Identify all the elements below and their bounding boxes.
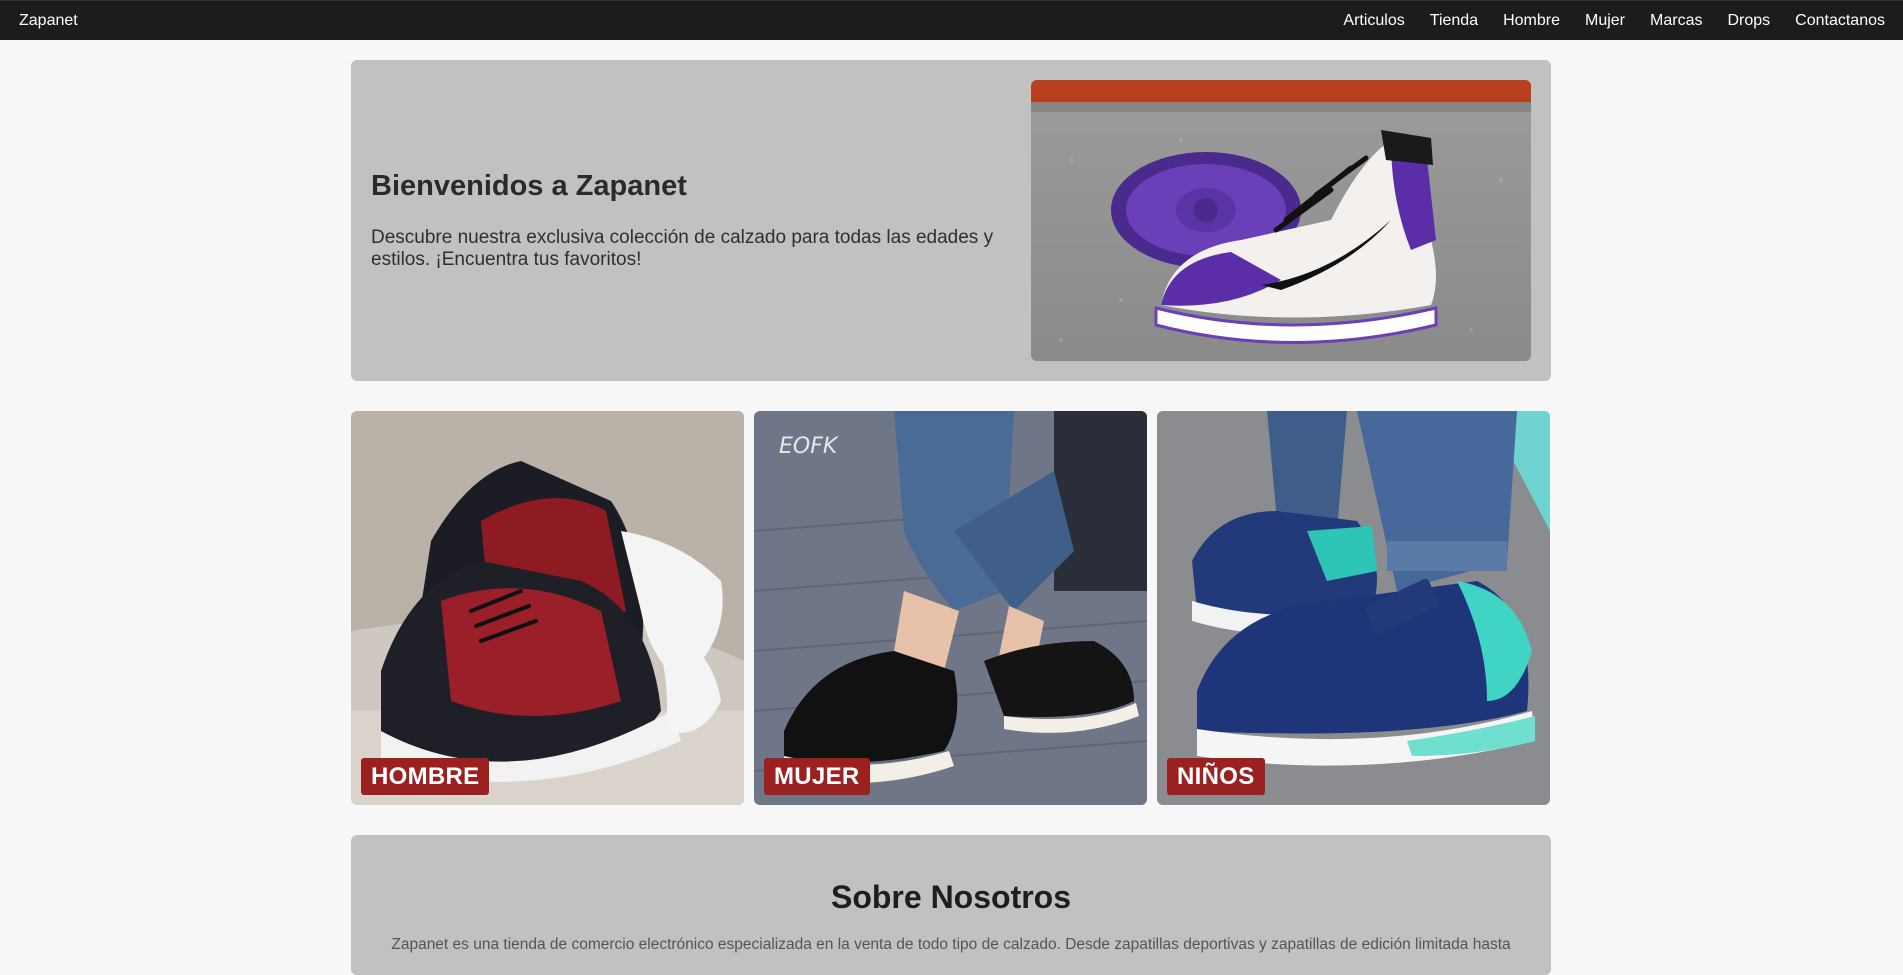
- about-title: Sobre Nosotros: [830, 879, 1072, 915]
- nav-link-contactanos[interactable]: Contactanos: [1795, 12, 1885, 30]
- hero-sneaker-image: [1031, 80, 1531, 361]
- hero-description: Descubre nuestra exclusiva colección de …: [371, 227, 994, 270]
- category-card-ninos[interactable]: NIÑOS: [1157, 411, 1550, 805]
- nav-link-tienda[interactable]: Tienda: [1430, 12, 1478, 30]
- hombre-sneakers-image: [351, 411, 744, 805]
- mujer-oxfords-image: EOFK: [754, 411, 1147, 805]
- nav-link-drops[interactable]: Drops: [1727, 12, 1770, 30]
- category-label-mujer: MUJER: [764, 758, 870, 795]
- category-card-mujer[interactable]: EOFK MUJER: [754, 411, 1147, 805]
- nav-link-mujer[interactable]: Mujer: [1585, 12, 1625, 30]
- category-label-ninos: NIÑOS: [1167, 758, 1265, 795]
- eofk-watermark: EOFK: [779, 434, 839, 459]
- brand-logo-link[interactable]: Zapanet: [19, 12, 78, 30]
- hero-banner: Bienvenidos a Zapanet Descubre nuestra e…: [351, 60, 1551, 381]
- about-section: Sobre Nosotros Zapanet es una tienda de …: [351, 835, 1551, 975]
- hero-text-block: Bienvenidos a Zapanet Descubre nuestra e…: [371, 170, 1021, 271]
- ninos-sneakers-image: [1157, 411, 1550, 805]
- nav-link-hombre[interactable]: Hombre: [1503, 12, 1560, 30]
- nav-links: Articulos Tienda Hombre Mujer Marcas Dro…: [1318, 12, 1885, 30]
- category-label-hombre: HOMBRE: [361, 758, 490, 795]
- hero-title: Bienvenidos a Zapanet: [371, 170, 687, 202]
- category-grid: HOMBRE EOFK MUJER NIÑOS: [351, 411, 1551, 805]
- category-card-hombre[interactable]: HOMBRE: [351, 411, 744, 805]
- about-text: Zapanet es una tienda de comercio electr…: [391, 936, 1511, 953]
- navbar: Zapanet Articulos Tienda Hombre Mujer Ma…: [0, 0, 1903, 40]
- nav-link-marcas[interactable]: Marcas: [1650, 12, 1702, 30]
- nav-link-articulos[interactable]: Articulos: [1343, 12, 1404, 30]
